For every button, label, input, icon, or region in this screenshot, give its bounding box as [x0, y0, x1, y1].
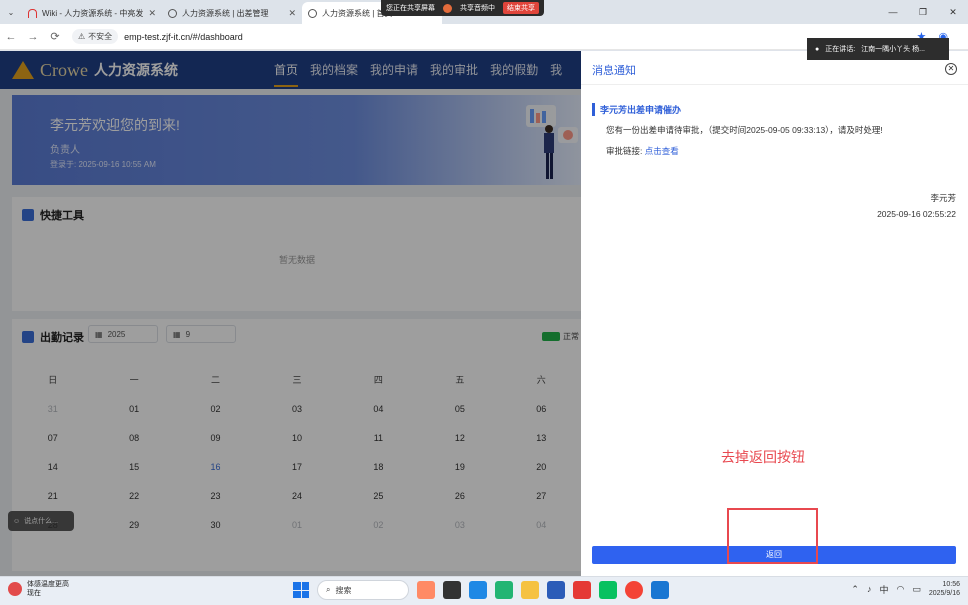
message-title: 李元芳出差申请催办	[592, 103, 681, 116]
reload-icon[interactable]: ⟳	[44, 30, 66, 43]
file-explorer-icon[interactable]	[521, 581, 539, 599]
tab-search-icon[interactable]: ⌄	[0, 0, 22, 24]
clock[interactable]: 10:56 2025/9/16	[929, 580, 960, 598]
system-tray: ⌃ ♪ 中 ◠ ▭ 10:56 2025/9/16	[851, 580, 960, 598]
ime-indicator[interactable]: 中	[879, 583, 888, 596]
speaking-indicator: ● 正在讲话: 江南一隅小丫头 杨...	[807, 38, 949, 60]
window-controls: — ❐ ✕	[878, 0, 968, 24]
forward-arrow-icon[interactable]: →	[22, 31, 44, 43]
drawer-title: 消息通知	[592, 65, 636, 77]
windows-start-icon[interactable]	[293, 582, 309, 598]
word-icon[interactable]	[547, 581, 565, 599]
close-icon[interactable]: ✕	[945, 63, 957, 75]
wechat-icon[interactable]	[599, 581, 617, 599]
sharing-status: 您正在共享屏幕	[386, 5, 435, 12]
confluence-icon	[28, 8, 37, 18]
microphone-icon[interactable]: ♪	[867, 584, 872, 594]
microphone-icon: ●	[815, 45, 820, 53]
warning-icon: ⚠	[78, 32, 86, 41]
task-view-icon[interactable]	[443, 581, 461, 599]
view-approval-link[interactable]: 点击查看	[645, 146, 679, 156]
globe-icon	[168, 8, 177, 18]
widget-icon[interactable]	[417, 581, 435, 599]
battery-icon[interactable]: ▭	[912, 584, 921, 595]
screen-share-bar: 您正在共享屏幕 共享音频中 结束共享	[381, 0, 544, 16]
url-input[interactable]: emp-test.zjf-it.cn/#/dashboard	[124, 32, 243, 42]
weather-widget[interactable]: 体感温度更高 现在	[8, 580, 69, 598]
close-icon[interactable]: ✕	[148, 8, 156, 19]
annotation-box	[727, 508, 818, 564]
minimize-icon[interactable]: —	[878, 0, 908, 24]
taskbar-apps: ⌕ 搜索	[293, 580, 669, 600]
meeting-icon[interactable]	[651, 581, 669, 599]
chevron-up-icon[interactable]: ⌃	[851, 584, 859, 595]
store-icon[interactable]	[495, 581, 513, 599]
close-window-icon[interactable]: ✕	[938, 0, 968, 24]
taskbar: 体感温度更高 现在 ⌕ 搜索 ⌃ ♪ 中 ◠ ▭ 10:56 2025/9/16	[0, 576, 968, 605]
tab-trip-management[interactable]: 人力资源系统 | 出差管理 ✕	[162, 2, 302, 24]
tab-wiki[interactable]: Wiki - 人力资源系统 - 中亮发... ✕	[22, 2, 162, 24]
globe-icon	[308, 8, 317, 18]
wps-icon[interactable]	[573, 581, 591, 599]
back-arrow-icon[interactable]: ←	[0, 31, 22, 43]
audio-status: 共享音频中	[460, 5, 495, 12]
restore-icon[interactable]: ❐	[908, 0, 938, 24]
annotation-text: 去掉返回按钮	[721, 449, 805, 465]
edge-icon[interactable]	[469, 581, 487, 599]
message-sender: 李元芳	[930, 193, 956, 203]
search-icon: ⌕	[326, 585, 331, 594]
insecure-badge[interactable]: ⚠ 不安全	[72, 29, 119, 44]
weather-icon	[8, 582, 22, 596]
message-body: 您有一份出差申请待审批，（提交时间2025-09-05 09:33:13），请及…	[606, 125, 883, 135]
wifi-icon[interactable]: ◠	[896, 584, 904, 595]
message-time: 2025-09-16 02:55:22	[877, 209, 956, 219]
chrome-icon[interactable]	[625, 581, 643, 599]
modal-overlay[interactable]	[0, 51, 581, 576]
notification-drawer: 消息通知 ✕ 李元芳出差申请催办 您有一份出差申请待审批，（提交时间2025-0…	[581, 51, 968, 576]
record-icon[interactable]	[443, 3, 452, 13]
taskbar-search[interactable]: ⌕ 搜索	[317, 580, 409, 600]
close-icon[interactable]: ✕	[288, 8, 296, 19]
stop-share-button[interactable]: 结束共享	[503, 2, 539, 14]
approval-link-row: 审批链接: 点击查看	[606, 146, 679, 156]
